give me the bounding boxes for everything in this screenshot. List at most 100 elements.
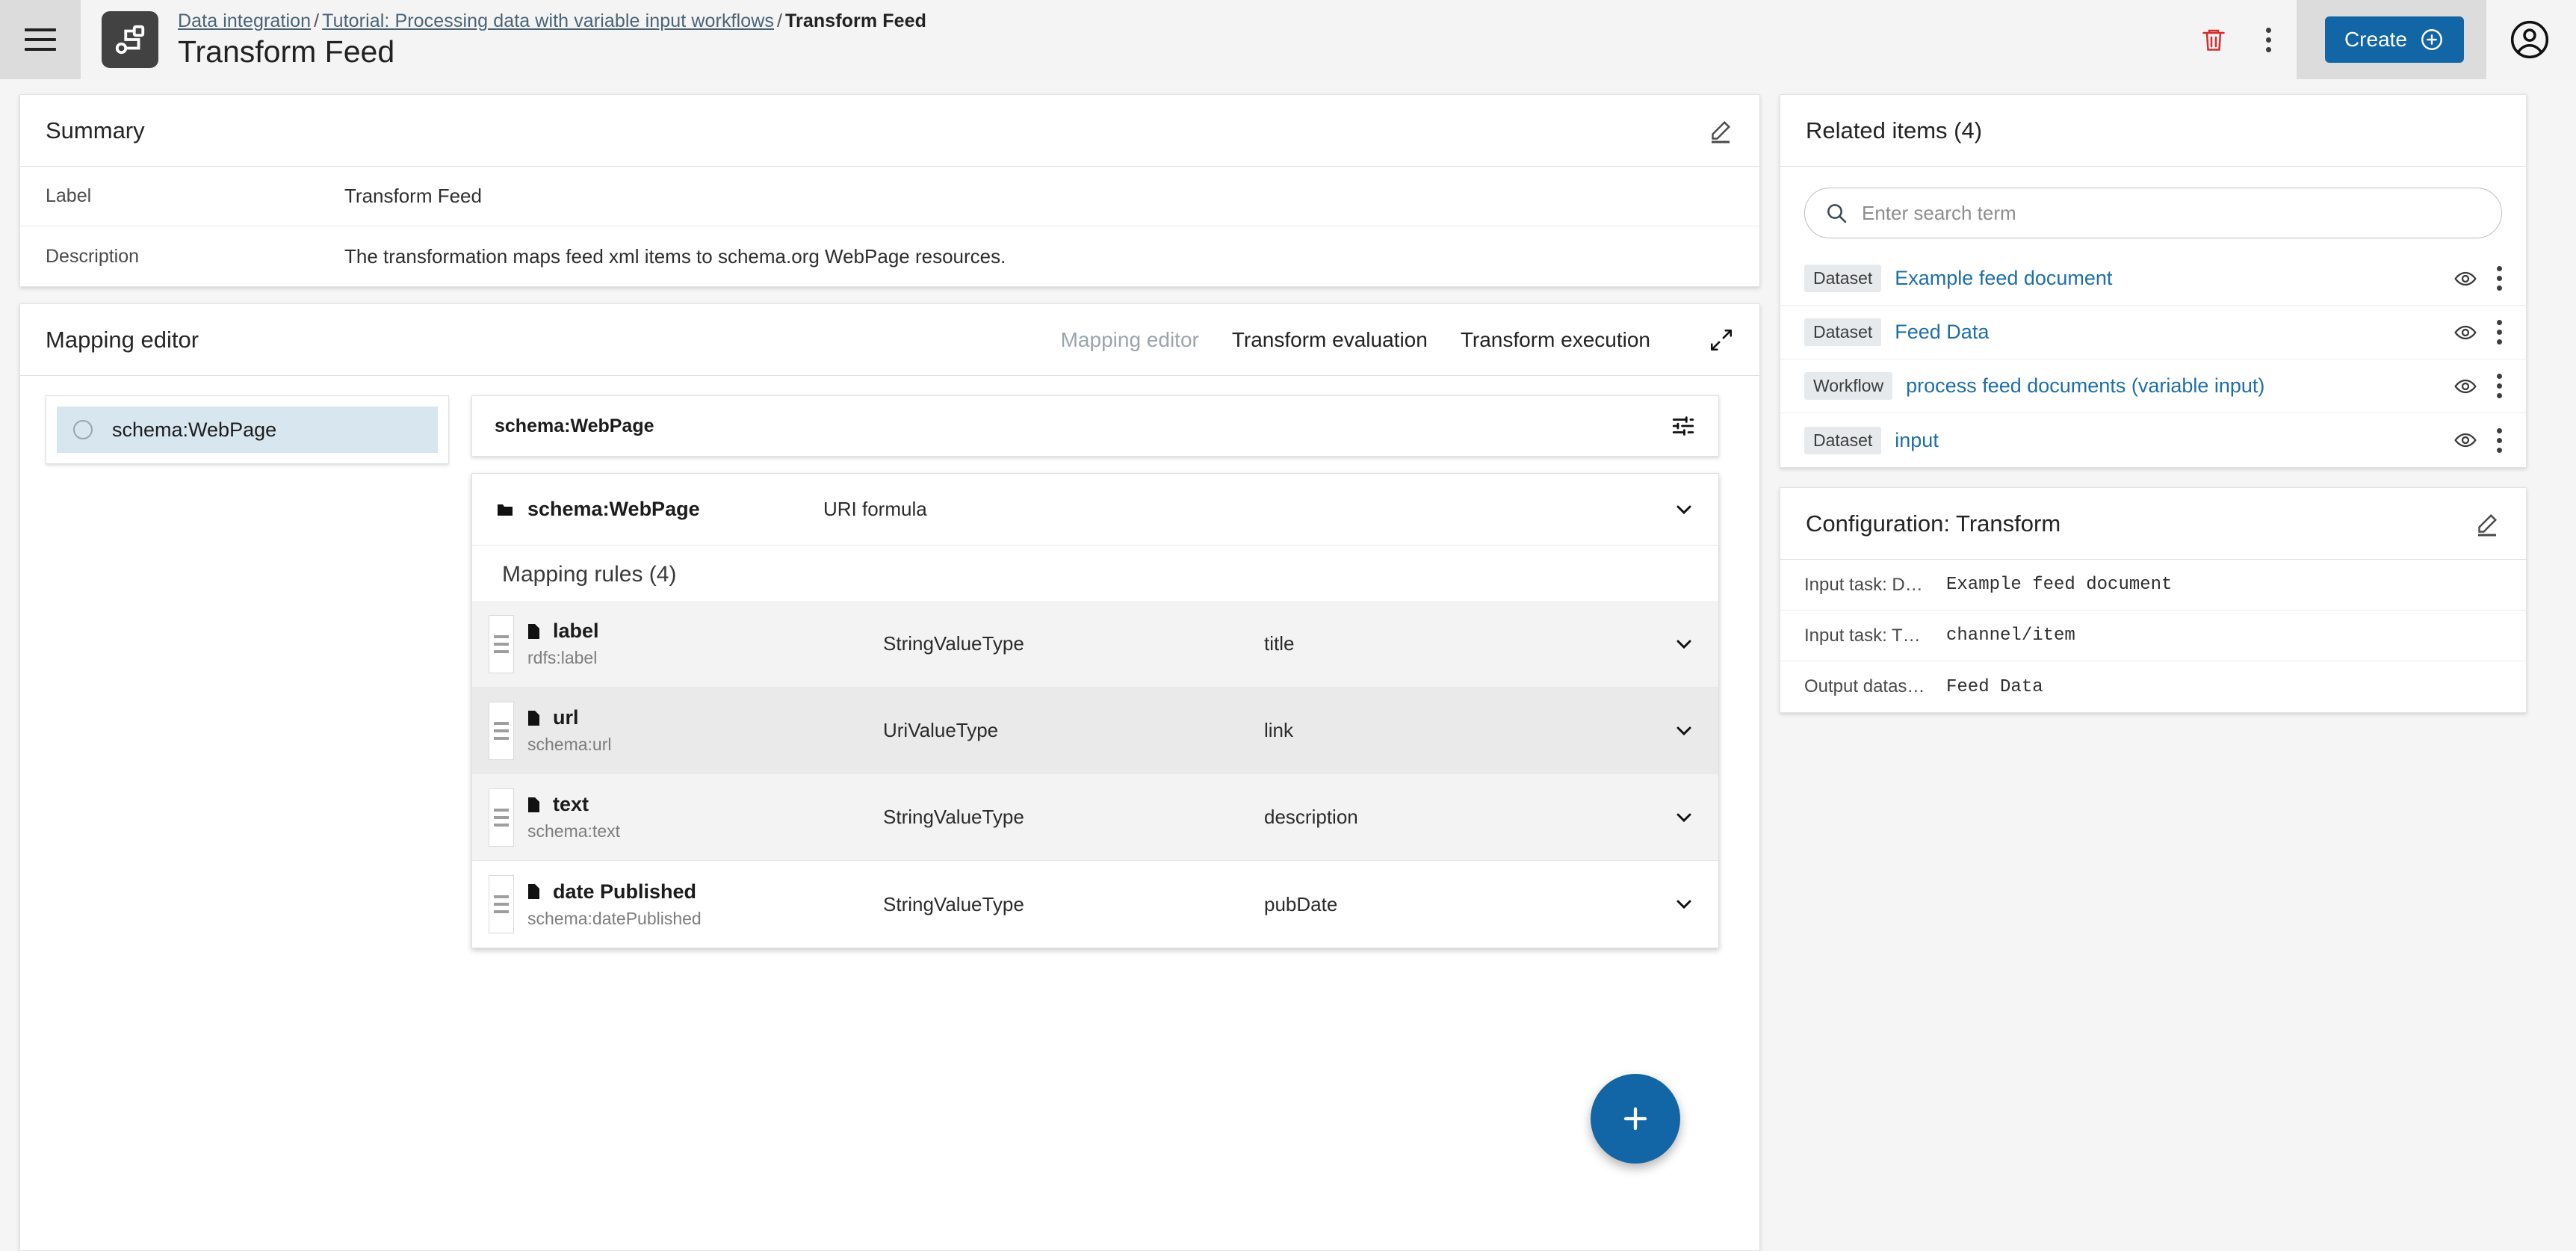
rule-name-cell: date Published schema:datePublished	[524, 880, 883, 929]
related-items-title: Related items (4)	[1806, 117, 1982, 144]
summary-value-description: The transformation maps feed xml items t…	[344, 245, 1006, 268]
mapping-navbar-crumb[interactable]: schema:WebPage	[495, 416, 654, 437]
breadcrumb-separator-1: /	[774, 10, 785, 31]
drag-handle[interactable]	[489, 702, 514, 760]
rule-name-wrap: url	[524, 706, 883, 729]
rule-expand-button[interactable]	[1672, 892, 1696, 916]
related-item-link[interactable]: process feed documents (variable input)	[1906, 374, 2264, 398]
mapping-rules-count: Mapping rules (4)	[472, 546, 1718, 601]
summary-card: Summary Label Transform Feed Description…	[19, 94, 1760, 287]
tune-button[interactable]	[1671, 413, 1696, 439]
eye-icon	[2453, 428, 2477, 452]
tree-item-schema-webpage[interactable]: schema:WebPage	[57, 407, 438, 453]
rule-name-text: date Published	[553, 880, 696, 904]
summary-edit-button[interactable]	[1707, 117, 1734, 144]
root-mapping-rule-row[interactable]: schema:WebPage URI formula	[472, 474, 1718, 546]
rule-name-cell: label rdfs:label	[524, 620, 883, 668]
configuration-header: Configuration: Transform	[1780, 488, 2526, 560]
related-item-badge: Dataset	[1804, 318, 1881, 346]
rule-value-type: StringValueType	[883, 893, 1264, 916]
mapping-rule-row[interactable]: date Published schema:datePublished Stri…	[472, 861, 1718, 948]
configuration-row: Input task: T… channel/item	[1780, 611, 2526, 661]
header-actions: Create	[2186, 0, 2576, 79]
drag-handle[interactable]	[489, 788, 514, 847]
configuration-edit-button[interactable]	[2474, 510, 2501, 537]
menu-toggle-button[interactable]	[0, 0, 81, 79]
header-more-button[interactable]	[2241, 12, 2297, 67]
drag-handle[interactable]	[489, 875, 514, 933]
rule-expand-button[interactable]	[1672, 632, 1696, 656]
mapping-rule-row[interactable]: text schema:text StringValueType descrip…	[472, 774, 1718, 861]
preview-button[interactable]	[2453, 428, 2477, 452]
related-item-actions	[2453, 374, 2502, 398]
search-box[interactable]	[1804, 188, 2502, 238]
preview-button[interactable]	[2453, 374, 2477, 398]
related-item-link[interactable]: input	[1895, 429, 1939, 452]
related-item-more-button[interactable]	[2497, 320, 2502, 345]
configuration-value: Example feed document	[1946, 575, 2172, 595]
root-rule-name: schema:WebPage	[527, 498, 700, 521]
mapping-rule-row[interactable]: url schema:url UriValueType link	[472, 688, 1718, 774]
mapping-navbar: schema:WebPage	[471, 395, 1719, 457]
configuration-key: Output datas…	[1804, 676, 1946, 697]
rule-expand-button[interactable]	[1672, 806, 1696, 830]
eye-icon	[2453, 374, 2477, 398]
mapping-editor-card: Mapping editor Mapping editor Transform …	[19, 303, 1760, 1251]
app-header: Data integration /Tutorial: Processing da…	[0, 0, 2576, 79]
rule-name-wrap: label	[524, 620, 883, 643]
related-items-card: Related items (4) Dataset Example feed d…	[1780, 94, 2527, 468]
pencil-icon	[1707, 117, 1734, 144]
related-item-link[interactable]: Feed Data	[1895, 321, 1989, 344]
drag-handle[interactable]	[489, 615, 514, 673]
configuration-row: Input task: D… Example feed document	[1780, 560, 2526, 611]
related-item-row[interactable]: Dataset Feed Data	[1780, 306, 2526, 359]
summary-header: Summary	[20, 95, 1759, 167]
related-item-more-button[interactable]	[2497, 266, 2502, 291]
tab-transform-execution[interactable]: Transform execution	[1461, 328, 1650, 352]
configuration-row: Output datas… Feed Data	[1780, 661, 2526, 712]
related-item-more-button[interactable]	[2497, 374, 2502, 398]
breadcrumb-item-2: Transform Feed	[785, 10, 926, 31]
account-circle-icon	[2509, 19, 2551, 61]
preview-button[interactable]	[2453, 321, 2477, 345]
summary-value-label: Transform Feed	[344, 185, 482, 208]
rule-name-cell: text schema:text	[524, 793, 883, 841]
breadcrumb: Data integration /Tutorial: Processing da…	[178, 10, 926, 32]
related-item-row[interactable]: Dataset input	[1780, 413, 2526, 467]
summary-row-label: Label Transform Feed	[20, 167, 1759, 226]
file-icon	[524, 708, 542, 729]
related-item-badge: Dataset	[1804, 427, 1881, 454]
tree-item-label: schema:WebPage	[112, 418, 276, 442]
root-rule-expand-button[interactable]	[1672, 498, 1696, 522]
related-item-row[interactable]: Workflow process feed documents (variabl…	[1780, 359, 2526, 413]
chevron-down-icon	[1672, 719, 1696, 743]
rule-uri: schema:datePublished	[524, 909, 883, 929]
related-item-badge: Dataset	[1804, 265, 1881, 292]
expand-fullscreen-button[interactable]	[1709, 327, 1734, 353]
file-icon	[524, 794, 542, 815]
tab-transform-evaluation[interactable]: Transform evaluation	[1232, 328, 1428, 352]
related-item-more-button[interactable]	[2497, 428, 2502, 453]
rule-name-wrap: date Published	[524, 880, 883, 904]
search-input[interactable]	[1862, 202, 2482, 225]
related-item-link[interactable]: Example feed document	[1895, 267, 2112, 290]
breadcrumb-item-1[interactable]: Tutorial: Processing data with variable …	[322, 10, 774, 31]
account-button[interactable]	[2486, 19, 2576, 61]
chevron-down-icon	[1672, 632, 1696, 656]
rule-name-wrap: text	[524, 793, 883, 816]
create-button[interactable]: Create	[2325, 16, 2464, 63]
rule-value-type: StringValueType	[883, 806, 1264, 829]
add-mapping-rule-button[interactable]	[1591, 1074, 1680, 1164]
pencil-icon	[2474, 510, 2501, 537]
delete-button[interactable]	[2186, 12, 2241, 67]
preview-button[interactable]	[2453, 267, 2477, 291]
rule-source: pubDate	[1264, 893, 1337, 916]
rule-uri: schema:url	[524, 735, 883, 755]
mapping-rule-row[interactable]: label rdfs:label StringValueType title	[472, 601, 1718, 688]
tab-mapping-editor[interactable]: Mapping editor	[1061, 328, 1199, 352]
rule-expand-button[interactable]	[1672, 719, 1696, 743]
mapping-editor-title: Mapping editor	[46, 327, 199, 353]
hamburger-icon	[25, 28, 56, 51]
related-item-row[interactable]: Dataset Example feed document	[1780, 252, 2526, 306]
breadcrumb-item-0[interactable]: Data integration	[178, 10, 311, 31]
